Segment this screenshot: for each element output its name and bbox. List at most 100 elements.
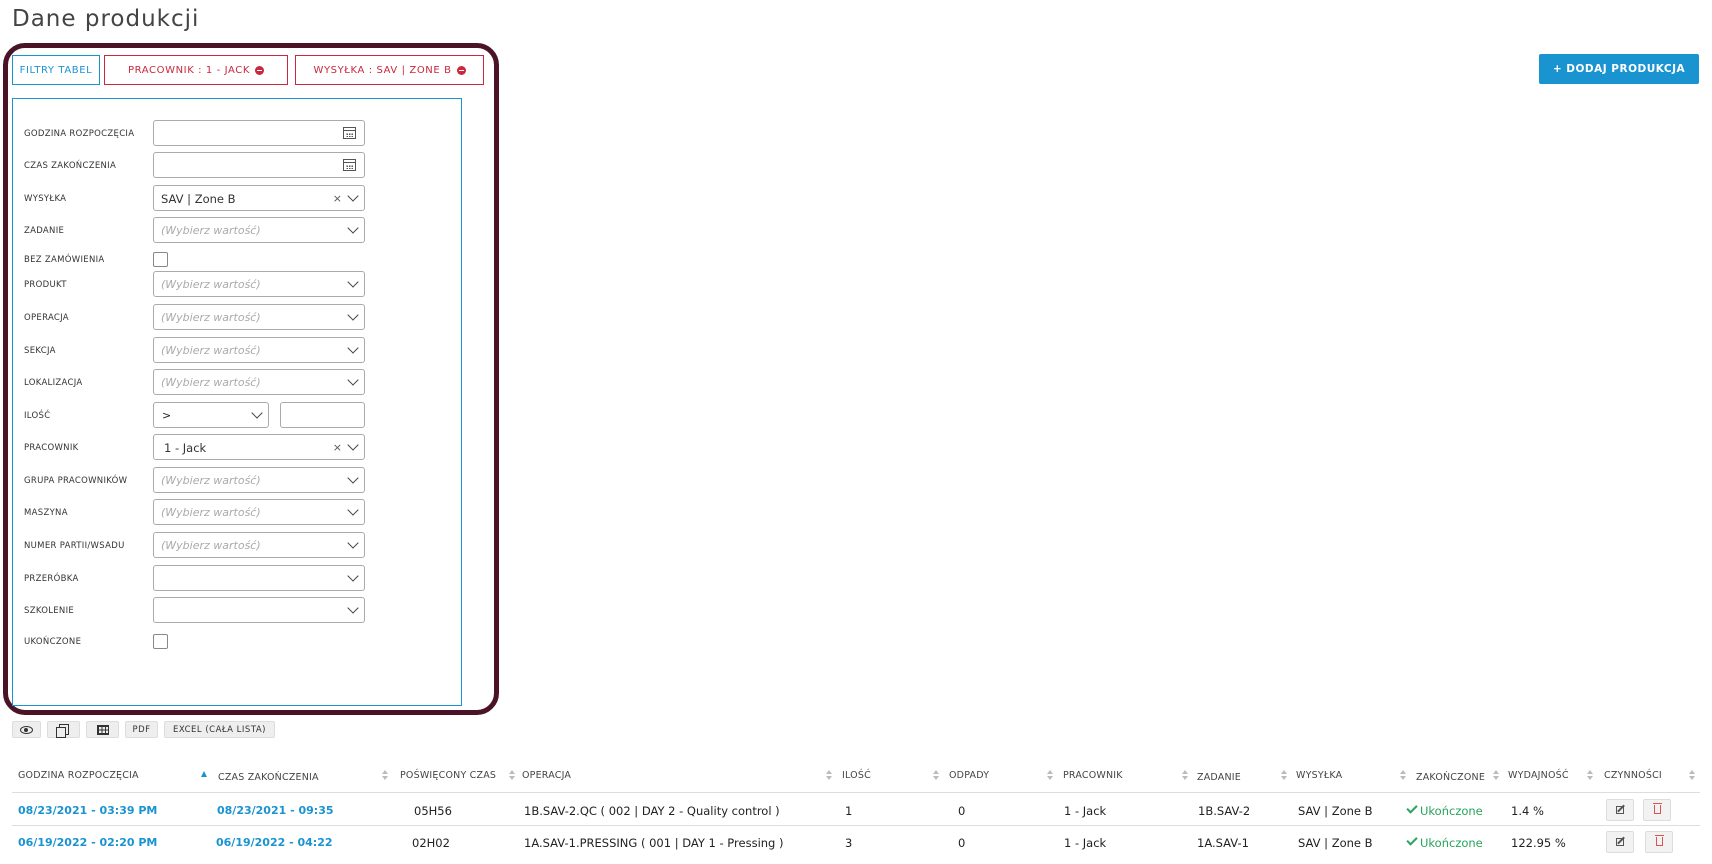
clear-icon[interactable]: × bbox=[333, 441, 342, 454]
duration: 05H56 bbox=[414, 804, 452, 818]
end-time-link[interactable]: 08/23/2021 - 09:35 PM bbox=[217, 804, 337, 817]
sort-icon[interactable] bbox=[382, 770, 388, 780]
task-select[interactable]: (Wybierz wartość) bbox=[153, 217, 365, 243]
sort-icon[interactable] bbox=[1047, 770, 1053, 780]
filter-row-rework: PRZERÓBKA bbox=[13, 565, 461, 591]
end-time-input[interactable] bbox=[153, 152, 365, 178]
filter-label: GODZINA ROZPOCZĘCIA bbox=[24, 129, 135, 139]
edit-button[interactable] bbox=[1606, 831, 1634, 853]
quantity-operator-select[interactable]: > bbox=[153, 402, 269, 428]
efficiency: 122.95 % bbox=[1511, 836, 1566, 850]
filter-label: ILOŚĆ bbox=[24, 411, 51, 421]
quantity-input[interactable] bbox=[280, 402, 365, 428]
clear-icon[interactable]: × bbox=[333, 192, 342, 205]
sort-icon[interactable] bbox=[1281, 770, 1287, 780]
select-placeholder: (Wybierz wartość) bbox=[161, 376, 261, 389]
column-header[interactable]: WYSYŁKA bbox=[1296, 770, 1342, 781]
filter-label: MASZYNA bbox=[24, 508, 68, 518]
status-label: Ukończone bbox=[1420, 804, 1483, 818]
column-visibility-button[interactable] bbox=[12, 721, 41, 738]
filter-label: PRODUKT bbox=[24, 280, 67, 290]
completed-checkbox[interactable] bbox=[153, 634, 168, 649]
product-select[interactable]: (Wybierz wartość) bbox=[153, 271, 365, 297]
start-time-input[interactable] bbox=[153, 120, 365, 146]
sort-icon[interactable] bbox=[1689, 770, 1695, 780]
sort-icon[interactable] bbox=[1493, 770, 1499, 780]
column-header[interactable]: GODZINA ROZPOCZĘCIA bbox=[18, 770, 139, 781]
csv-button[interactable] bbox=[86, 721, 119, 738]
filter-row-training: SZKOLENIE bbox=[13, 597, 461, 623]
add-production-button[interactable]: + DODAJ PRODUKCJA bbox=[1539, 54, 1699, 84]
filter-row-quantity: ILOŚĆ > bbox=[13, 402, 461, 428]
pdf-button[interactable]: PDF bbox=[125, 721, 158, 738]
delete-button[interactable] bbox=[1643, 799, 1671, 821]
table-filters-button[interactable]: FILTRY TABEL bbox=[12, 55, 100, 85]
chevron-down-icon bbox=[251, 407, 263, 419]
edit-button[interactable] bbox=[1606, 799, 1634, 821]
rework-select[interactable] bbox=[153, 565, 365, 591]
filter-label: SZKOLENIE bbox=[24, 606, 75, 616]
delete-button[interactable] bbox=[1645, 831, 1673, 853]
sort-asc-icon[interactable] bbox=[201, 771, 207, 777]
waste: 0 bbox=[958, 804, 966, 818]
select-placeholder: (Wybierz wartość) bbox=[161, 506, 261, 519]
worker-group-select[interactable]: (Wybierz wartość) bbox=[153, 467, 365, 493]
select-placeholder: (Wybierz wartość) bbox=[161, 344, 261, 357]
location-select[interactable]: (Wybierz wartość) bbox=[153, 369, 365, 395]
start-time-link[interactable]: 06/19/2022 - 02:20 PM bbox=[18, 836, 157, 849]
worker-select[interactable]: 1 - Jack × bbox=[153, 434, 365, 460]
chevron-down-icon bbox=[347, 602, 359, 614]
column-header[interactable]: ILOŚĆ bbox=[842, 770, 871, 781]
header-divider bbox=[12, 792, 1700, 793]
worker-filter-chip[interactable]: PRACOWNIK : 1 - JACK bbox=[104, 55, 288, 85]
operation-select[interactable]: (Wybierz wartość) bbox=[153, 304, 365, 330]
filter-row-product: PRODUKT (Wybierz wartość) bbox=[13, 271, 461, 297]
excel-button[interactable]: EXCEL (CAŁA LISTA) bbox=[164, 721, 275, 738]
calendar-icon[interactable] bbox=[343, 127, 356, 139]
filter-label: NUMER PARTII/WSADU bbox=[24, 541, 125, 551]
remove-icon[interactable] bbox=[255, 65, 264, 75]
copy-button[interactable] bbox=[47, 721, 80, 738]
check-icon bbox=[1406, 836, 1418, 846]
batch-select[interactable]: (Wybierz wartość) bbox=[153, 532, 365, 558]
column-header[interactable]: ZAKOŃCZONE bbox=[1416, 772, 1485, 783]
remove-icon[interactable] bbox=[456, 65, 466, 75]
calendar-icon[interactable] bbox=[343, 159, 356, 171]
no-order-checkbox[interactable] bbox=[153, 252, 168, 267]
column-header[interactable]: PRACOWNIK bbox=[1063, 770, 1123, 781]
table-filters-label: FILTRY TABEL bbox=[19, 64, 93, 76]
column-header[interactable]: WYDAJNOŚĆ bbox=[1508, 770, 1569, 781]
worker-filter-label: PRACOWNIK : 1 - JACK bbox=[128, 64, 250, 76]
shipping: SAV | Zone B bbox=[1298, 804, 1373, 818]
select-placeholder: (Wybierz wartość) bbox=[161, 474, 261, 487]
filter-row-location: LOKALIZACJA (Wybierz wartość) bbox=[13, 369, 461, 395]
sort-icon[interactable] bbox=[1587, 770, 1593, 780]
column-header[interactable]: OPERACJA bbox=[522, 770, 571, 781]
column-header[interactable]: POŚWIĘCONY CZAS bbox=[400, 770, 496, 781]
edit-icon bbox=[1616, 806, 1624, 814]
worker: 1 - Jack bbox=[1064, 836, 1107, 850]
filter-panel: GODZINA ROZPOCZĘCIA CZAS ZAKOŃCZENIA WYS… bbox=[12, 98, 462, 706]
column-header[interactable]: ZADANIE bbox=[1197, 772, 1241, 783]
machine-select[interactable]: (Wybierz wartość) bbox=[153, 499, 365, 525]
shipping-filter-chip[interactable]: WYSYŁKA : SAV | ZONE B bbox=[295, 55, 484, 85]
training-select[interactable] bbox=[153, 597, 365, 623]
worker: 1 - Jack bbox=[1064, 804, 1107, 818]
filter-row-end-time: CZAS ZAKOŃCZENIA bbox=[13, 152, 461, 178]
filter-row-section: SEKCJA (Wybierz wartość) bbox=[13, 337, 461, 363]
sort-icon[interactable] bbox=[933, 770, 939, 780]
column-header[interactable]: ODPADY bbox=[949, 770, 989, 781]
end-time-link[interactable]: 06/19/2022 - 04:22 PM bbox=[216, 836, 336, 849]
section-select[interactable]: (Wybierz wartość) bbox=[153, 337, 365, 363]
sort-icon[interactable] bbox=[1182, 770, 1188, 780]
select-placeholder: (Wybierz wartość) bbox=[161, 311, 261, 324]
filter-row-worker-group: GRUPA PRACOWNIKÓW (Wybierz wartość) bbox=[13, 467, 461, 493]
column-header[interactable]: CZAS ZAKOŃCZENIA bbox=[218, 772, 319, 783]
page-title: Dane produkcji bbox=[12, 6, 200, 32]
filter-label: SEKCJA bbox=[24, 346, 56, 356]
sort-icon[interactable] bbox=[826, 770, 832, 780]
shipping-select[interactable]: SAV | Zone B × bbox=[153, 185, 365, 211]
sort-icon[interactable] bbox=[509, 770, 515, 780]
start-time-link[interactable]: 08/23/2021 - 03:39 PM bbox=[18, 804, 157, 817]
sort-icon[interactable] bbox=[1400, 770, 1406, 780]
